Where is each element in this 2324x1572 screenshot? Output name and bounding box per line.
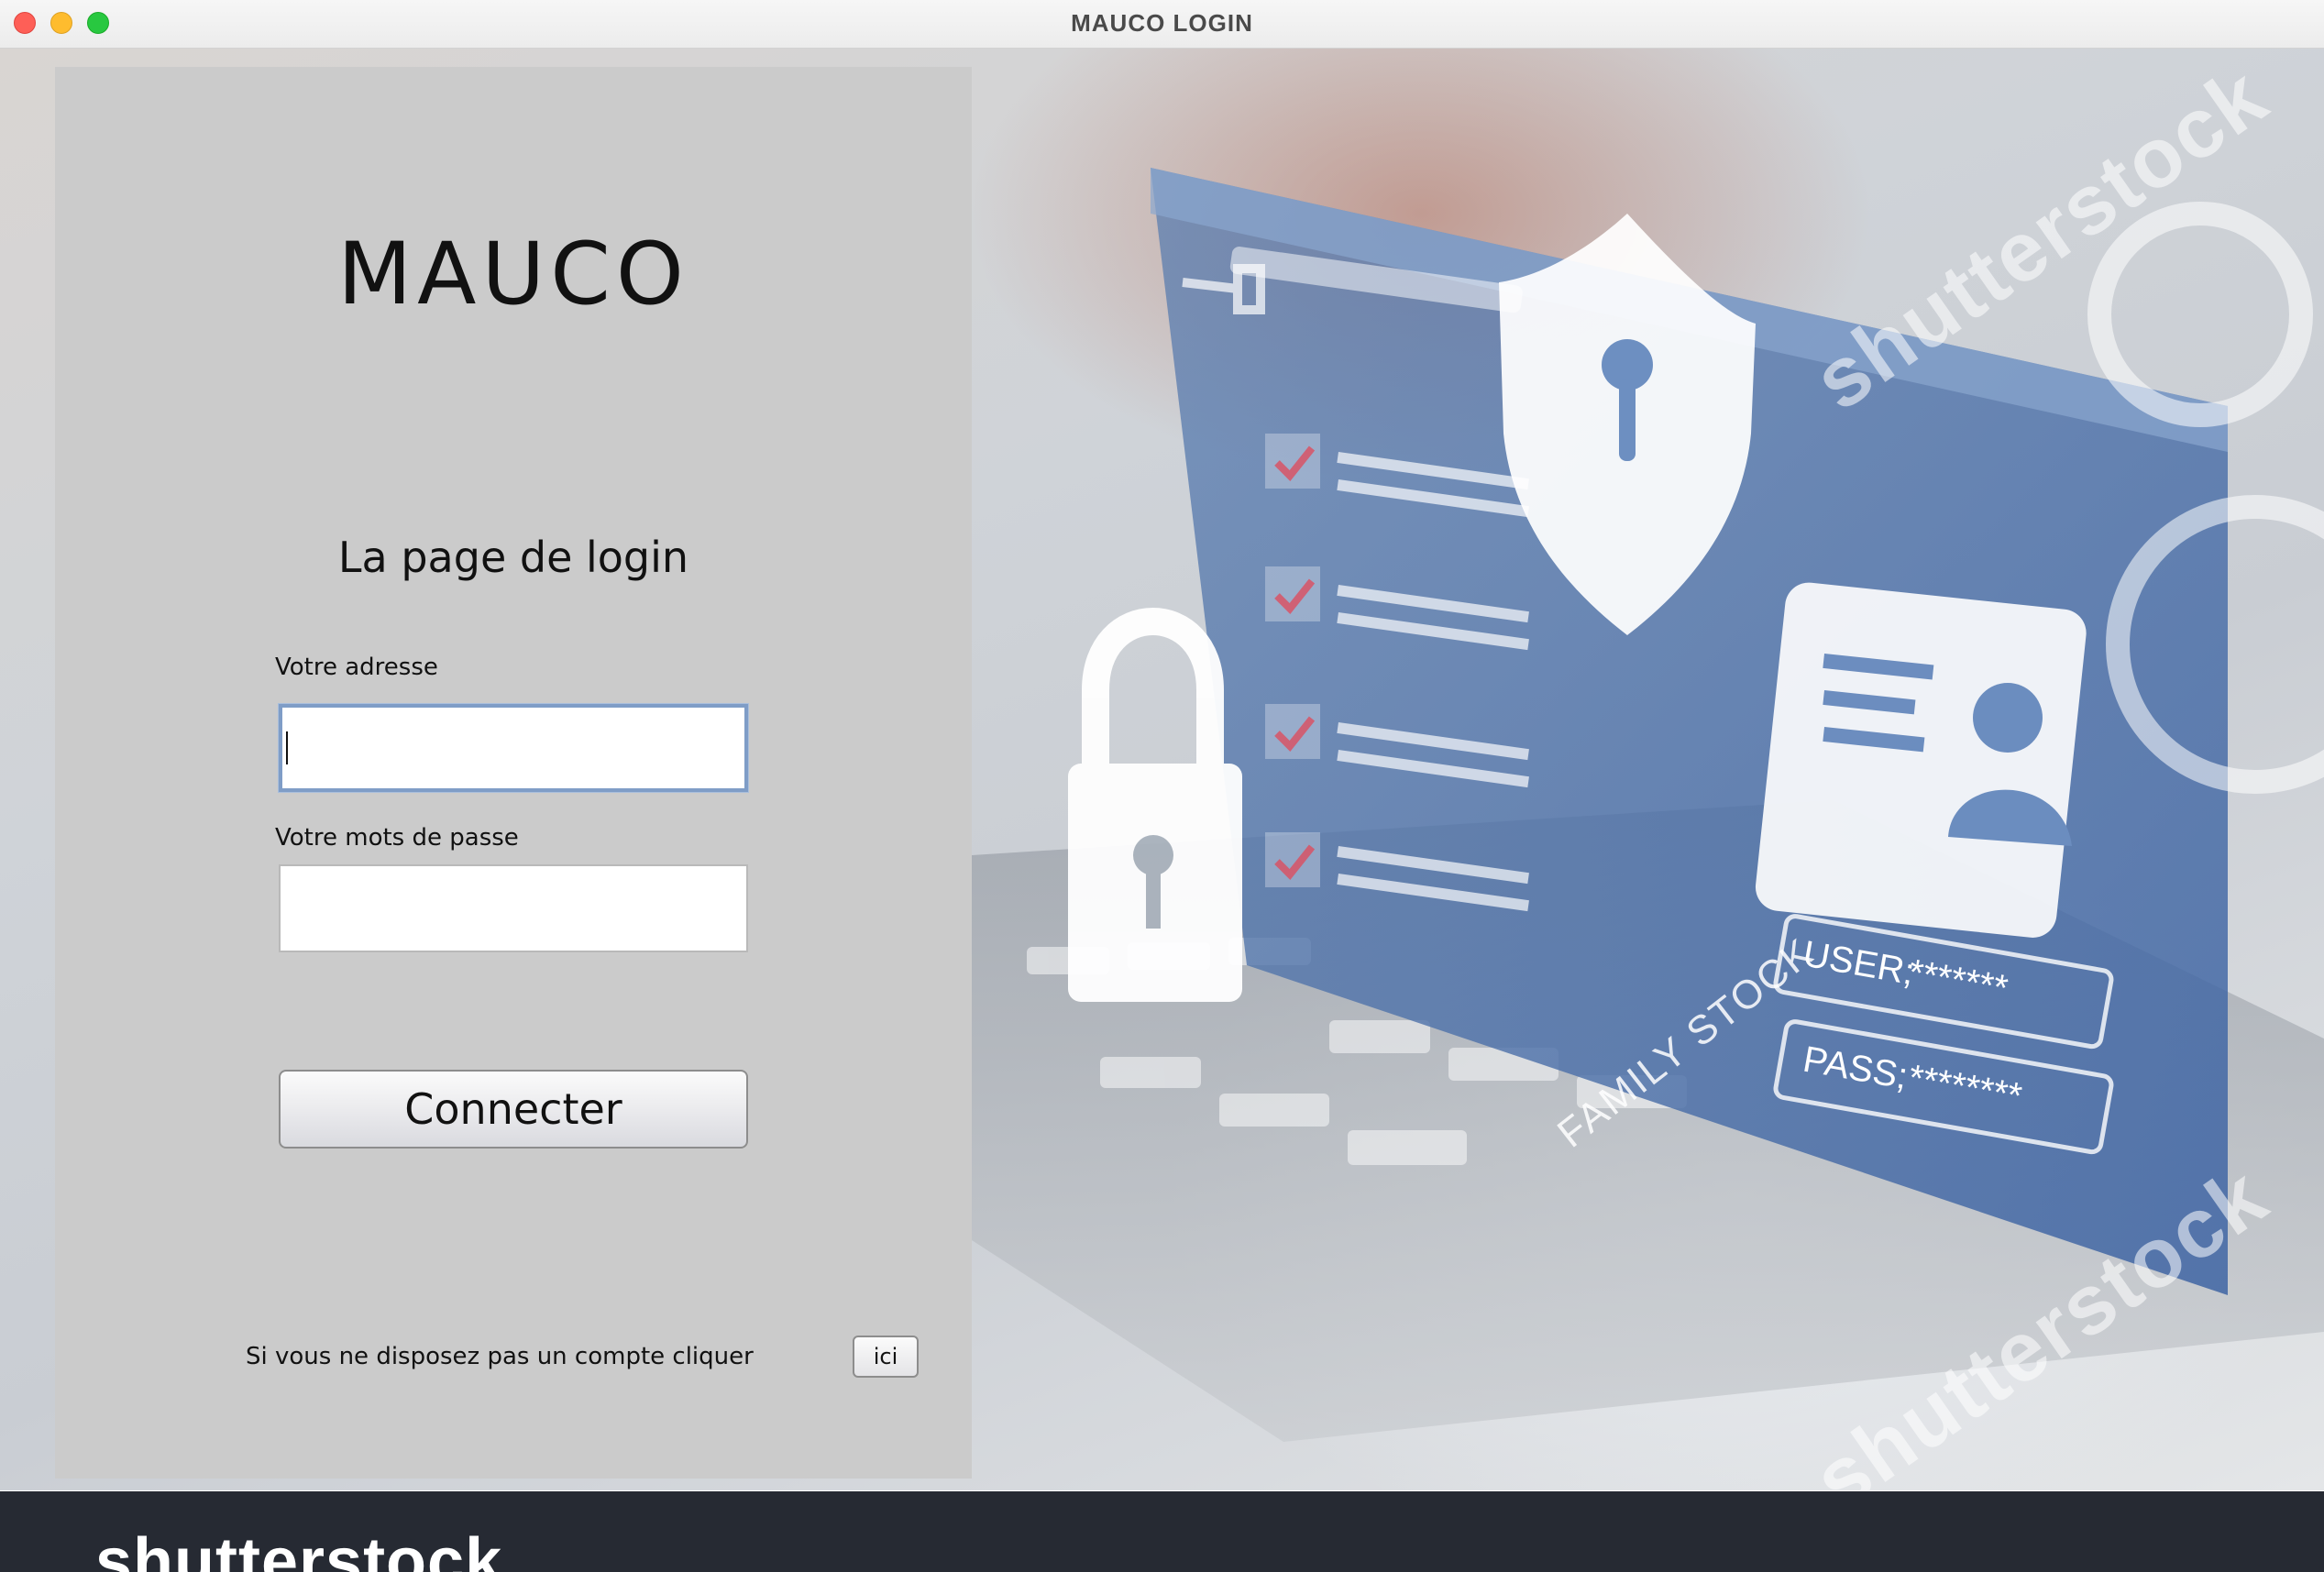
email-field[interactable] [279,704,748,792]
window-title: MAUCO LOGIN [1071,9,1253,37]
title-bar: MAUCO LOGIN [0,0,2324,49]
email-label: Votre adresse [275,654,438,681]
password-field[interactable] [279,864,748,952]
signup-button[interactable]: ici [853,1336,919,1378]
page-title: La page de login [337,533,689,582]
login-window: MAUCO LOGIN USER; ******* PASS; ********… [0,0,2324,1572]
footer-strip: shutterstock [0,1491,2324,1572]
password-label: Votre mots de passe [275,824,519,852]
padlock-icon [1068,608,1242,1002]
signup-prompt: Si vous ne disposez pas un compte clique… [246,1343,754,1370]
connect-button[interactable]: Connecter [279,1070,748,1149]
id-card-icon [1755,582,2087,938]
login-panel: MAUCO La page de login Votre adresse Vot… [55,67,972,1479]
footer-logo: shutterstock [95,1525,503,1572]
text-caret [286,731,288,764]
app-name: MAUCO [337,225,689,324]
